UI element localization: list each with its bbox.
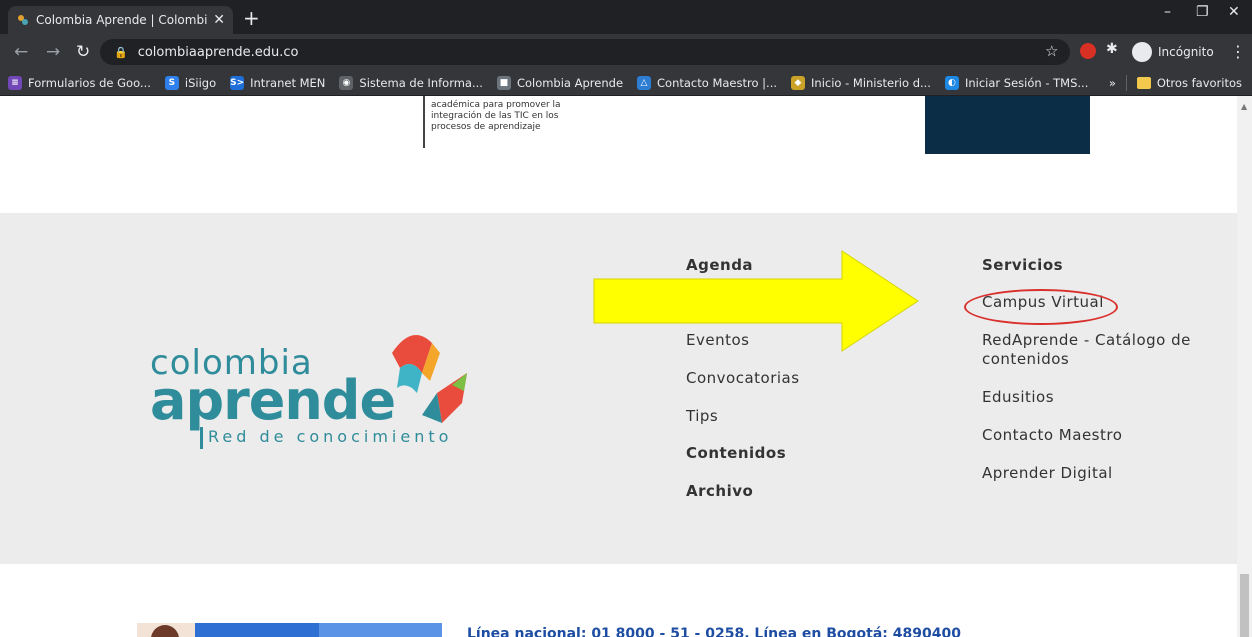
incognito-indicator[interactable]: Incógnito bbox=[1132, 41, 1214, 63]
footer-link-contenidos[interactable]: Contenidos bbox=[686, 444, 786, 462]
folder-icon bbox=[1136, 77, 1151, 89]
logo-tagline-bar bbox=[200, 427, 203, 449]
other-favorites-link[interactable]: Otros favoritos bbox=[1157, 76, 1242, 90]
bookmark-item[interactable]: S> Intranet MEN bbox=[230, 75, 326, 90]
yellow-arrow-annotation bbox=[593, 250, 919, 352]
globe-icon: ◉ bbox=[339, 75, 354, 90]
bookmark-label: Sistema de Informa... bbox=[359, 75, 483, 90]
tab-close-icon[interactable]: ✕ bbox=[213, 12, 225, 28]
footer-link-tips[interactable]: Tips bbox=[686, 407, 718, 425]
adblock-extension-icon[interactable] bbox=[1080, 43, 1096, 59]
bookmark-item[interactable]: SiSiigo bbox=[164, 75, 217, 90]
extensions-puzzle-icon[interactable]: ✱ bbox=[1106, 41, 1122, 57]
scroll-up-icon[interactable]: ▲ bbox=[1241, 102, 1247, 111]
lock-icon: 🔒 bbox=[114, 45, 128, 59]
colombia-aprende-logo[interactable]: colombia aprende Red de conocimiento bbox=[150, 323, 490, 463]
ministerio-icon: ◆ bbox=[791, 75, 806, 90]
bookmark-item[interactable]: ◉ Sistema de Informa... bbox=[339, 75, 483, 90]
bookmark-label: iSiigo bbox=[184, 75, 217, 90]
incognito-label: Incógnito bbox=[1158, 45, 1214, 59]
scrollbar-thumb[interactable] bbox=[1240, 574, 1249, 637]
bookmarks-right: » Otros favoritos bbox=[1109, 75, 1242, 91]
bookmarks-overflow-icon[interactable]: » bbox=[1109, 76, 1116, 90]
contacto-icon: △ bbox=[637, 75, 652, 90]
contact-phone-line: Línea nacional: 01 8000 - 51 - 0258, Lín… bbox=[467, 626, 961, 637]
browser-toolbar: ← → ↻ 🔒 colombiaaprende.edu.co ☆ ✱ Incóg… bbox=[0, 34, 1252, 70]
footer-link-convocatorias[interactable]: Convocatorias bbox=[686, 369, 800, 387]
intranet-icon: S> bbox=[230, 75, 245, 90]
address-bar[interactable]: 🔒 colombiaaprende.edu.co bbox=[100, 39, 1070, 65]
close-window-icon[interactable]: ✕ bbox=[1228, 4, 1240, 20]
browser-menu-icon[interactable]: ⋮ bbox=[1230, 42, 1246, 61]
tms-icon: ◐ bbox=[944, 75, 959, 90]
page-scrollbar[interactable]: ▲ bbox=[1237, 96, 1252, 637]
url-text: colombiaaprende.edu.co bbox=[137, 44, 299, 60]
restore-icon[interactable]: ❐ bbox=[1196, 4, 1209, 20]
siigo-icon: S bbox=[164, 75, 179, 90]
forms-icon: ≡ bbox=[8, 75, 22, 90]
bookmark-item[interactable]: ■ Colombia Aprende bbox=[496, 75, 624, 90]
bookmark-label: Formularios de Goo... bbox=[28, 75, 151, 90]
footer-heading-servicios[interactable]: Servicios bbox=[982, 256, 1063, 274]
browser-tab[interactable]: Colombia Aprende | Colombia Ap ✕ bbox=[8, 6, 233, 34]
web-page: académica para promover la integración d… bbox=[0, 96, 1237, 637]
site-footer: colombia aprende Red de conocimiento Age… bbox=[0, 213, 1237, 564]
bookmark-label: Colombia Aprende bbox=[516, 75, 624, 90]
footer-link-edusitios[interactable]: Edusitios bbox=[982, 388, 1054, 406]
bookmarks-bar: ≡ Formularios de Goo... SiSiigo S> Intranet … bbox=[0, 70, 1252, 96]
colombia-aprende-icon: ■ bbox=[496, 75, 511, 90]
footer-link-redaprende[interactable]: RedAprende - Catálogo de contenidos bbox=[982, 331, 1212, 369]
bookmark-label: Intranet MEN bbox=[250, 75, 326, 90]
bookmark-label: Iniciar Sesión - TMS... bbox=[964, 75, 1089, 90]
back-icon[interactable]: ← bbox=[14, 42, 28, 62]
bookmarks-separator bbox=[1125, 75, 1127, 91]
footer-link-contacto-maestro[interactable]: Contacto Maestro bbox=[982, 426, 1122, 444]
footer-link-archivo[interactable]: Archivo bbox=[686, 482, 753, 500]
browser-title-bar: Colombia Aprende | Colombia Ap ✕ + – ❐ ✕ bbox=[0, 0, 1252, 34]
forward-icon[interactable]: → bbox=[46, 42, 60, 62]
bookmark-label: Inicio - Ministerio d... bbox=[811, 75, 931, 90]
bookmark-item[interactable]: ◐ Iniciar Sesión - TMS... bbox=[944, 75, 1089, 90]
bookmark-item[interactable]: ◆ Inicio - Ministerio d... bbox=[791, 75, 931, 90]
footer-link-aprender-digital[interactable]: Aprender Digital bbox=[982, 464, 1113, 482]
bookmark-label: Contacto Maestro |... bbox=[657, 75, 778, 90]
incognito-icon bbox=[1132, 42, 1152, 62]
campus-virtual-highlight-circle bbox=[964, 289, 1118, 325]
contact-banner-image bbox=[137, 623, 442, 637]
previous-card-text: académica para promover la integración d… bbox=[423, 96, 593, 148]
tab-title: Colombia Aprende | Colombia Ap bbox=[36, 13, 208, 27]
bookmark-item[interactable]: △ Contacto Maestro |... bbox=[637, 75, 778, 90]
previous-card-image bbox=[925, 96, 1090, 154]
bookmark-item[interactable]: ≡ Formularios de Goo... bbox=[8, 75, 151, 90]
logo-line2: aprende bbox=[150, 369, 396, 432]
favicon-icon bbox=[18, 15, 28, 25]
new-tab-button[interactable]: + bbox=[243, 6, 260, 30]
minimize-icon[interactable]: – bbox=[1164, 4, 1171, 20]
bookmark-star-icon[interactable]: ☆ bbox=[1045, 42, 1058, 60]
logo-pattern-icon bbox=[392, 335, 467, 423]
reload-icon[interactable]: ↻ bbox=[76, 42, 90, 62]
